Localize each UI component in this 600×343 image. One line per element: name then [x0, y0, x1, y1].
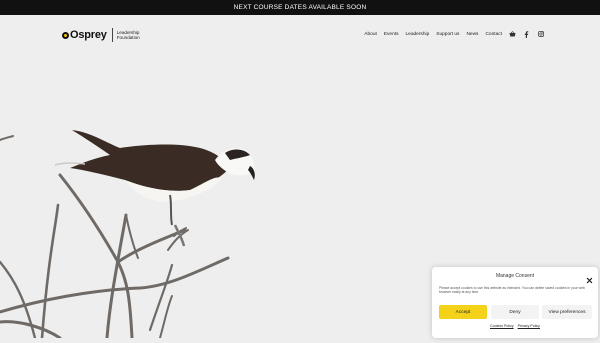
nav-item-support-us[interactable]: Support us	[436, 32, 459, 37]
basket-icon[interactable]	[509, 31, 516, 37]
logo-subtitle: Leadership Foundation	[117, 30, 140, 41]
accept-button[interactable]: Accept	[439, 305, 487, 319]
consent-links: Cookies Policy Privacy Policy	[432, 324, 598, 328]
osprey-eye-logo-icon	[62, 31, 69, 39]
cookies-policy-link[interactable]: Cookies Policy	[490, 324, 514, 328]
logo-subtitle-line2: Foundation	[116, 35, 140, 40]
nav-item-leadership[interactable]: Leadership	[406, 32, 430, 37]
instagram-icon[interactable]	[537, 31, 544, 37]
announcement-bar: NEXT COURSE DATES AVAILABLE SOON	[0, 0, 600, 15]
facebook-icon[interactable]	[523, 30, 530, 38]
view-preferences-button[interactable]: View preferences	[542, 305, 592, 319]
close-icon[interactable]	[586, 271, 593, 284]
site-logo[interactable]: Osprey Leadership Foundation	[62, 26, 140, 44]
announcement-text: NEXT COURSE DATES AVAILABLE SOON	[233, 4, 367, 11]
nav-item-news[interactable]: News	[466, 32, 478, 37]
logo-divider	[111, 28, 113, 42]
cookie-consent-dialog: Manage Consent Please accept cookies to …	[432, 267, 598, 338]
deny-button[interactable]: Deny	[491, 305, 539, 319]
nav-item-contact[interactable]: Contact	[485, 32, 502, 37]
logo-subtitle-line1: Leadership	[116, 29, 140, 35]
privacy-policy-link[interactable]: Privacy Policy	[518, 324, 540, 328]
logo-wordmark: Osprey	[70, 29, 107, 41]
nav-item-about[interactable]: About	[364, 32, 377, 37]
consent-message: Please accept cookies to use this websit…	[439, 286, 585, 295]
site-header: Osprey Leadership Foundation About Event…	[0, 15, 600, 55]
nav-item-events[interactable]: Events	[384, 32, 399, 37]
consent-title: Manage Consent	[495, 273, 535, 279]
main-nav: About Events Leadership Support us News …	[364, 30, 544, 38]
